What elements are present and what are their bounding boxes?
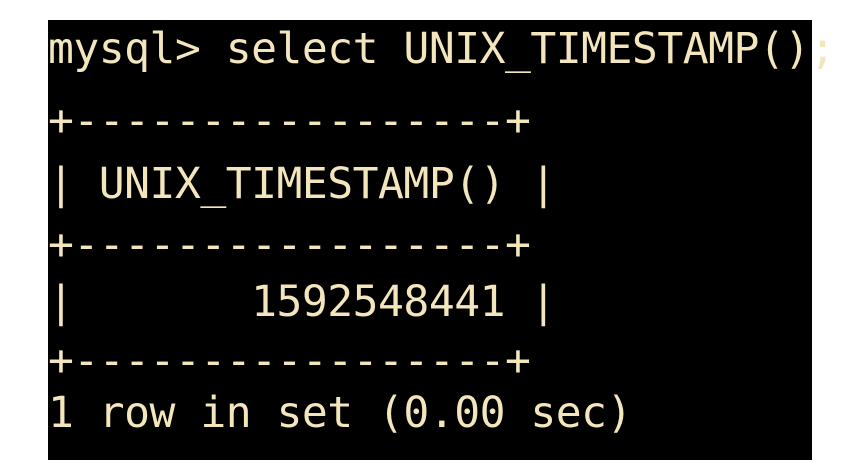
table-header-row: | UNIX_TIMESTAMP() | xyxy=(48,159,556,209)
mysql-prompt: mysql> xyxy=(48,24,226,74)
command-text: select UNIX_TIMESTAMP(); xyxy=(225,24,836,74)
terminal-window[interactable]: mysql> select UNIX_TIMESTAMP(); +-------… xyxy=(48,20,836,460)
table-value-row: | 1592548441 | xyxy=(48,277,556,327)
result-summary: 1 row in set (0.00 sec) xyxy=(48,388,632,438)
table-border-top: +-----------------+ xyxy=(48,96,531,146)
command-line: mysql> select UNIX_TIMESTAMP(); xyxy=(48,24,836,74)
table-border-bottom: +-----------------+ xyxy=(48,336,531,386)
table-border-middle: +-----------------+ xyxy=(48,220,531,270)
